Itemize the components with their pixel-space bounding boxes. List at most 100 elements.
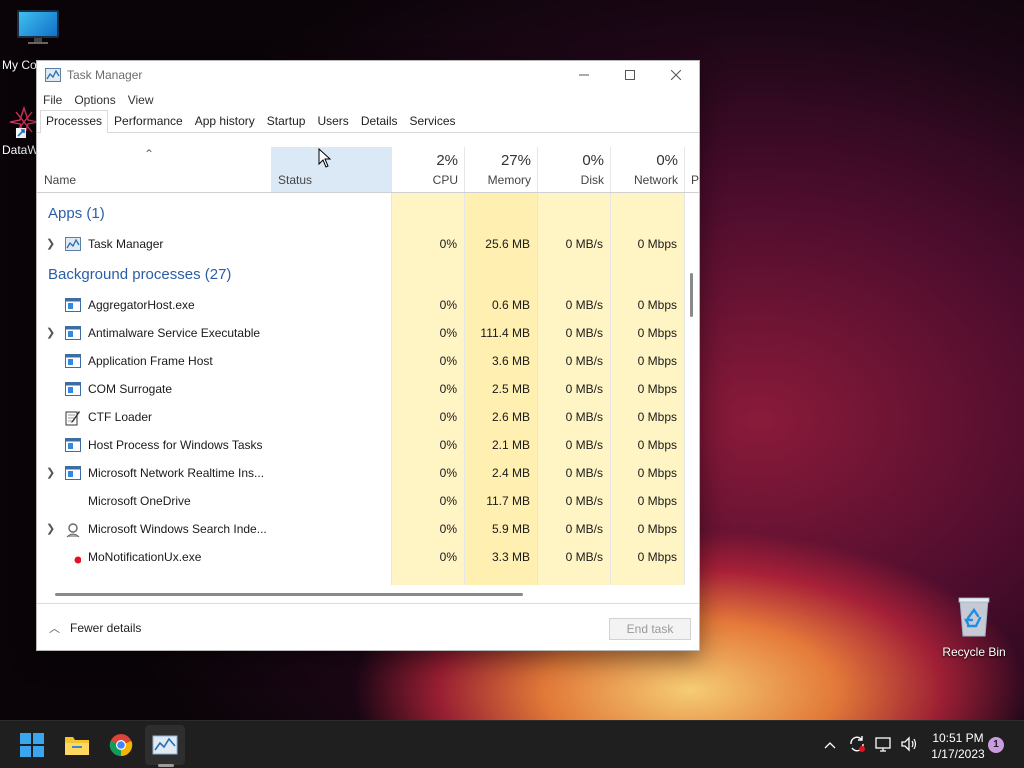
chevron-right-icon[interactable]: ❯ <box>46 230 55 258</box>
task-manager-icon <box>152 735 178 755</box>
minimize-button[interactable] <box>561 61 607 89</box>
column-header-memory[interactable]: 27% Memory <box>464 147 537 192</box>
maximize-icon <box>625 70 635 80</box>
clock-date: 1/17/2023 <box>931 747 985 761</box>
menu-options[interactable]: Options <box>74 93 127 107</box>
column-header-disk[interactable]: 0% Disk <box>537 147 610 192</box>
column-header-name[interactable]: ⌃ Name <box>37 147 271 192</box>
tab-details[interactable]: Details <box>355 110 404 132</box>
window-app-icon <box>65 354 81 368</box>
network-value: 0 Mbps <box>637 410 677 424</box>
file-explorer-icon <box>65 737 89 755</box>
table-row[interactable]: COM Surrogate 0% 2.5 MB 0 MB/s 0 Mbps <box>37 375 699 403</box>
notification-badge[interactable]: 1 <box>988 737 1004 753</box>
table-row[interactable]: Host Process for Windows Tasks 0% 2.1 MB 0 … <box>37 431 699 459</box>
horizontal-scrollbar[interactable] <box>55 593 523 596</box>
chrome-button[interactable] <box>101 725 141 765</box>
vertical-scrollbar[interactable] <box>690 273 693 317</box>
desktop-icon-my-computer[interactable]: My Co <box>2 10 74 72</box>
minimize-icon <box>579 74 589 76</box>
network-value: 0 Mbps <box>637 354 677 368</box>
memory-value: 2.1 MB <box>491 438 530 452</box>
chevron-right-icon[interactable]: ❯ <box>46 459 55 487</box>
menu-view[interactable]: View <box>128 93 166 107</box>
disk-value: 0 MB/s <box>565 522 603 536</box>
column-header-cpu[interactable]: 2% CPU <box>391 147 464 192</box>
table-row[interactable]: AggregatorHost.exe 0% 0.6 MB 0 MB/s 0 Mbps <box>37 291 699 319</box>
table-row[interactable]: ❯ Microsoft Windows Search Inde... 0% 5.9 M… <box>37 515 699 543</box>
disk-value: 0 MB/s <box>565 326 603 340</box>
network-value: 0 Mbps <box>637 466 677 480</box>
task-manager-window: Task Manager File Options View Processes… <box>36 60 700 651</box>
tab-services[interactable]: Services <box>404 110 462 132</box>
window-app-icon <box>65 298 81 312</box>
app-row[interactable]: ❯ Task Manager 0% 25.6 MB 0 MB/s 0 Mbps <box>37 230 699 258</box>
memory-value: 25.6 MB <box>485 237 530 251</box>
process-name: Microsoft OneDrive <box>88 494 191 508</box>
fewer-details-button[interactable]: ︿ Fewer details <box>49 620 141 636</box>
sync-icon[interactable] <box>844 735 870 756</box>
network-value: 0 Mbps <box>637 550 677 564</box>
process-name: CTF Loader <box>88 410 153 424</box>
desktop-icon-datawindow[interactable]: DataW <box>0 105 40 157</box>
desktop-icon-label: Recycle Bin <box>942 645 1006 659</box>
process-table: ⌃ Name Status 2% CPU 27% Memory 0% Disk … <box>37 147 699 597</box>
footer: ︿ Fewer details End task <box>37 603 699 650</box>
network-value: 0 Mbps <box>637 298 677 312</box>
tab-startup[interactable]: Startup <box>261 110 312 132</box>
chevron-up-icon: ︿ <box>49 623 60 635</box>
network-icon[interactable] <box>870 736 896 755</box>
chevron-right-icon[interactable]: ❯ <box>46 319 55 347</box>
desktop-icon-recycle-bin[interactable]: Recycle Bin <box>938 596 1010 659</box>
menu-file[interactable]: File <box>43 93 74 107</box>
active-app-indicator <box>158 764 174 767</box>
column-header-power[interactable]: Po <box>684 147 699 192</box>
chrome-icon <box>109 734 133 757</box>
table-row[interactable]: Application Frame Host 0% 3.6 MB 0 MB/s 0 Mb… <box>37 347 699 375</box>
desktop-icon-label: DataW <box>2 143 39 157</box>
sort-ascending-icon: ⌃ <box>144 147 155 161</box>
start-icon <box>20 733 44 757</box>
recycle-bin-icon <box>958 597 990 637</box>
close-button[interactable] <box>653 61 699 89</box>
clock-time: 10:51 PM <box>932 731 984 745</box>
table-row[interactable]: CTF Loader 0% 2.6 MB 0 MB/s 0 Mbps <box>37 403 699 431</box>
chevron-up-icon[interactable] <box>820 738 840 752</box>
process-name: Host Process for Windows Tasks <box>88 438 263 452</box>
tab-app-history[interactable]: App history <box>189 110 261 132</box>
cpu-value: 0% <box>439 522 457 536</box>
table-row[interactable]: MoNotificationUx.exe 0% 3.3 MB 0 MB/s 0 Mbps <box>37 543 699 571</box>
window-app-icon <box>65 382 81 396</box>
memory-value: 2.4 MB <box>491 466 530 480</box>
group-header: Apps (1) <box>37 197 699 230</box>
disk-value: 0 MB/s <box>565 382 603 396</box>
table-row[interactable]: ❯ Antimalware Service Executable 0% 111.4 M… <box>37 319 699 347</box>
desktop-icon-label: My Co <box>2 58 37 72</box>
network-value: 0 Mbps <box>637 494 677 508</box>
tab-users[interactable]: Users <box>311 110 354 132</box>
process-name: Microsoft Network Realtime Ins... <box>88 466 265 480</box>
task-manager-taskbar-button[interactable] <box>145 725 185 765</box>
monitor-icon <box>17 10 59 44</box>
taskbar-clock[interactable]: 10:51 PM 1/17/2023 <box>918 730 998 762</box>
table-row[interactable]: ❯ Microsoft Network Realtime Ins... 0% 2.4 … <box>37 459 699 487</box>
file-explorer-button[interactable] <box>57 725 97 765</box>
title-bar[interactable]: Task Manager <box>37 61 699 89</box>
memory-value: 3.6 MB <box>491 354 530 368</box>
maximize-button[interactable] <box>607 61 653 89</box>
column-header-network[interactable]: 0% Network <box>610 147 684 192</box>
disk-value: 0 MB/s <box>565 410 603 424</box>
tab-processes[interactable]: Processes <box>40 110 109 133</box>
network-value: 0 Mbps <box>637 237 677 251</box>
cpu-value: 0% <box>439 494 457 508</box>
end-task-button[interactable]: End task <box>609 618 691 640</box>
cpu-value: 0% <box>439 466 457 480</box>
chevron-right-icon[interactable]: ❯ <box>46 515 55 543</box>
disk-value: 0 MB/s <box>565 354 603 368</box>
tab-performance[interactable]: Performance <box>108 110 189 132</box>
disk-value: 0 MB/s <box>565 550 603 564</box>
window-app-icon <box>65 438 81 452</box>
start-button[interactable] <box>12 725 52 765</box>
table-row[interactable]: Microsoft OneDrive 0% 11.7 MB 0 MB/s 0 Mbps <box>37 487 699 515</box>
memory-value: 2.5 MB <box>491 382 530 396</box>
